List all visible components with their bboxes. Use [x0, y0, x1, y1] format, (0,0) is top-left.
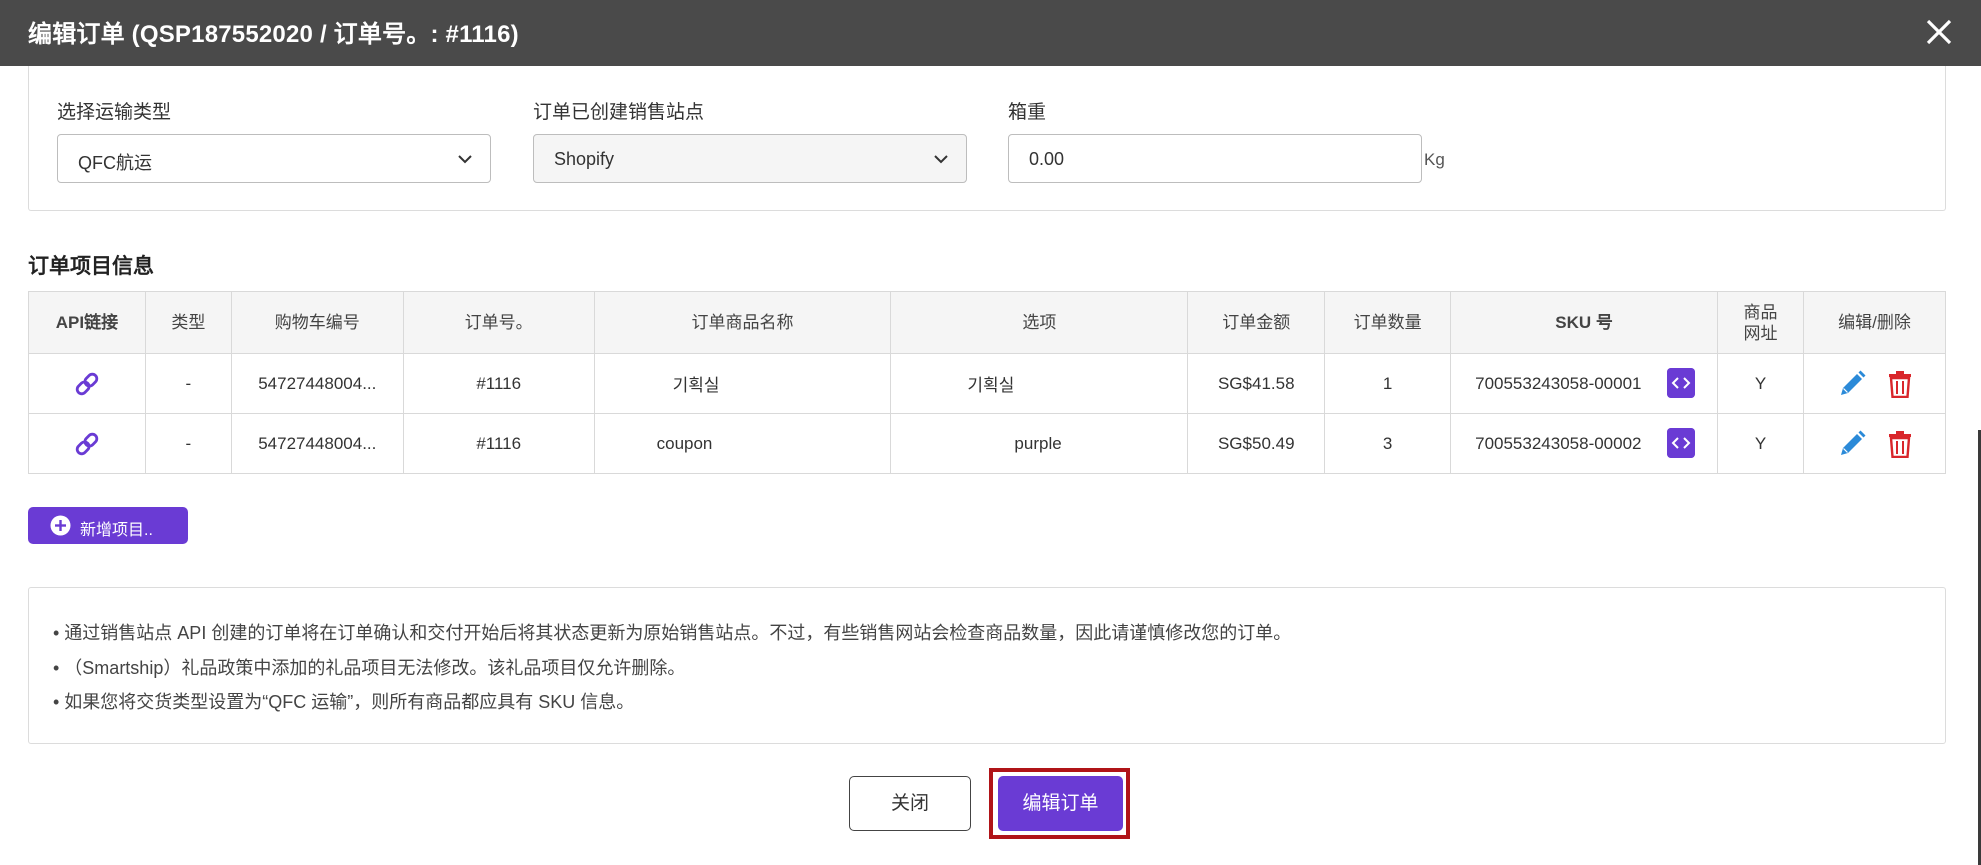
add-item-label: 新增项目..	[80, 522, 153, 539]
col-cart-no: 购物车编号	[230, 291, 404, 354]
link-icon[interactable]	[73, 430, 101, 458]
product-name-cell: 기획실	[593, 353, 892, 414]
order-items-title: 订单项目信息	[28, 255, 154, 278]
api-link-cell	[28, 413, 146, 474]
modal-header: 编辑订单 (QSP187552020 / 订单号。: #1116)	[0, 0, 1981, 66]
option-cell: 기획실	[890, 353, 1189, 414]
cart-no-cell: 54727448004...	[230, 353, 404, 414]
sku-value: 700553243058-00001	[1475, 373, 1642, 393]
notice-line: • （Smartship）礼品政策中添加的礼品项目无法修改。该礼品项目仅允许删除…	[53, 658, 686, 678]
add-item-button[interactable]: 新增项目..	[28, 507, 188, 544]
sku-cell: 700553243058-00001	[1450, 353, 1719, 414]
pencil-icon[interactable]	[1837, 429, 1867, 459]
col-edit-delete: 编辑/删除	[1802, 291, 1947, 354]
col-product-name: 订单商品名称	[593, 291, 892, 354]
order-no-cell: #1116	[402, 353, 595, 414]
actions-cell	[1802, 353, 1947, 414]
col-option: 选项	[890, 291, 1189, 354]
box-weight-label: 箱重	[1008, 102, 1047, 123]
code-icon[interactable]	[1667, 368, 1696, 398]
shipping-type-select[interactable]: QFC航运	[57, 134, 491, 183]
qty-cell: 3	[1324, 413, 1452, 474]
notice-line: • 如果您将交货类型设置为“QFC 运输”，则所有商品都应具有 SKU 信息。	[53, 692, 635, 712]
col-amount: 订单金额	[1187, 291, 1326, 354]
chevron-down-icon	[458, 155, 472, 164]
weight-unit: Kg	[1424, 150, 1445, 169]
shipping-type-value: QFC航运	[78, 153, 152, 173]
sku-cell: 700553243058-00002	[1450, 413, 1719, 474]
actions-cell	[1802, 413, 1947, 474]
sales-site-value: Shopify	[554, 149, 615, 169]
api-link-cell	[28, 353, 146, 414]
trash-icon[interactable]	[1888, 430, 1912, 458]
box-weight-value: 0.00	[1029, 149, 1065, 169]
type-cell: -	[144, 353, 232, 414]
shipping-form-panel: 选择运输类型 QFC航运 订单已创建销售站点 Shopify 箱重 0.00 K…	[28, 66, 1946, 211]
order-no-cell: #1116	[402, 413, 595, 474]
notice-box: • 通过销售站点 API 创建的订单将在订单确认和交付开始后将其状态更新为原始销…	[28, 587, 1946, 744]
qty-cell: 1	[1324, 353, 1452, 414]
modal-title: 编辑订单 (QSP187552020 / 订单号。: #1116)	[28, 21, 519, 48]
close-button[interactable]: 关闭	[849, 776, 971, 831]
product-url-cell: Y	[1717, 353, 1804, 414]
table-row: - 54727448004... #1116 기획실 기획실 SG$41.58 …	[28, 353, 1947, 414]
pencil-icon[interactable]	[1837, 369, 1867, 399]
cart-no-cell: 54727448004...	[230, 413, 404, 474]
col-type: 类型	[144, 291, 232, 354]
col-api-link: API链接	[28, 291, 146, 354]
col-order-no: 订单号。	[402, 291, 595, 354]
close-icon[interactable]	[1919, 12, 1959, 52]
col-product-url: 商品网址	[1717, 291, 1804, 354]
notice-line: • 通过销售站点 API 创建的订单将在订单确认和交付开始后将其状态更新为原始销…	[53, 623, 1292, 643]
sku-value: 700553243058-00002	[1475, 433, 1642, 453]
amount-cell: SG$41.58	[1187, 353, 1326, 414]
sales-site-select[interactable]: Shopify	[533, 134, 967, 183]
option-cell: purple	[890, 413, 1189, 474]
shipping-type-label: 选择运输类型	[57, 102, 172, 123]
table-row: - 54727448004... #1116 coupon purple SG$…	[28, 413, 1947, 474]
order-items-table: API链接 类型 购物车编号 订单号。 订单商品名称 选项 订单金额 订单数量 …	[28, 291, 1947, 474]
plus-circle-icon	[50, 515, 71, 536]
chevron-down-icon	[934, 155, 948, 164]
type-cell: -	[144, 413, 232, 474]
amount-cell: SG$50.49	[1187, 413, 1326, 474]
col-sku: SKU 号	[1450, 291, 1719, 354]
edit-order-button[interactable]: 编辑订单	[998, 776, 1123, 831]
product-url-cell: Y	[1717, 413, 1804, 474]
trash-icon[interactable]	[1888, 370, 1912, 398]
col-qty: 订单数量	[1324, 291, 1452, 354]
box-weight-input[interactable]: 0.00	[1008, 134, 1422, 183]
link-icon[interactable]	[73, 370, 101, 398]
code-icon[interactable]	[1667, 428, 1696, 458]
product-name-cell: coupon	[593, 413, 892, 474]
sales-site-label: 订单已创建销售站点	[533, 102, 705, 123]
table-header-row: API链接 类型 购物车编号 订单号。 订单商品名称 选项 订单金额 订单数量 …	[28, 291, 1947, 354]
